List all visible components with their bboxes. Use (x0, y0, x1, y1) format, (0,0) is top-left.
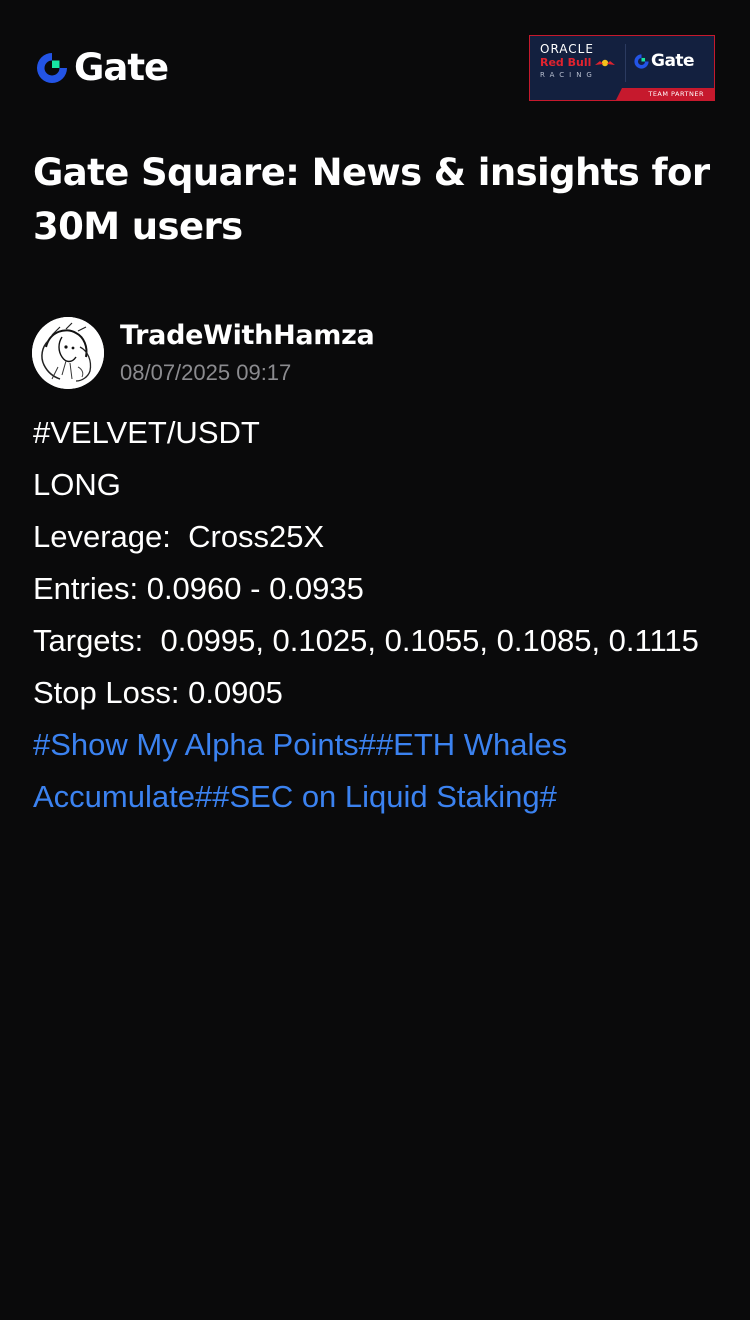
post-body: #VELVET/USDT LONG Leverage: Cross25X Ent… (33, 407, 723, 823)
hashtag-show-my-alpha-points[interactable]: #Show My Alpha Points# (33, 727, 376, 762)
post-line-pair: #VELVET/USDT (33, 415, 260, 450)
post-author[interactable]: TradeWithHamza 08/07/2025 09:17 (32, 317, 375, 389)
gate-logo[interactable]: Gate (34, 46, 169, 89)
page-title: Gate Square: News & insights for 30M use… (33, 151, 710, 248)
post-line-direction: LONG (33, 467, 121, 502)
oracle-label: ORACLE (540, 42, 594, 56)
post-line-targets: Targets: 0.0995, 0.1025, 0.1055, 0.1085,… (33, 623, 699, 658)
badge-divider (625, 44, 626, 82)
avatar[interactable] (32, 317, 104, 389)
gate-logo-icon (634, 53, 649, 69)
bull-icon (595, 59, 616, 67)
post-line-entries: Entries: 0.0960 - 0.0935 (33, 571, 364, 606)
red-bull-label: Red Bull (540, 56, 592, 69)
hashtag-list: #Show My Alpha Points##ETH Whales Accumu… (33, 719, 723, 823)
team-partner-badge: ORACLE Red Bull RACING Gate TEAM PARTNER (529, 35, 715, 101)
racing-label: RACING (540, 71, 597, 79)
hashtag-sec-on-liquid-staking[interactable]: #SEC on Liquid Staking# (212, 779, 557, 814)
post-timestamp: 08/07/2025 09:17 (120, 360, 292, 385)
logo-text: Gate (74, 46, 169, 89)
team-partner-label: TEAM PARTNER (648, 90, 704, 98)
avatar-sketch-icon (32, 317, 104, 389)
badge-gate-logo: Gate (633, 51, 695, 71)
author-name[interactable]: TradeWithHamza (120, 319, 375, 353)
post-line-stop-loss: Stop Loss: 0.0905 (33, 675, 283, 710)
header: Gate ORACLE Red Bull RACING Gate TEAM PA… (0, 0, 750, 130)
post-line-leverage: Leverage: Cross25X (33, 519, 325, 554)
oracle-red-bull-racing-logo: ORACLE Red Bull RACING (540, 43, 620, 80)
badge-gate-text: Gate (651, 51, 695, 71)
gate-logo-icon (37, 53, 67, 83)
